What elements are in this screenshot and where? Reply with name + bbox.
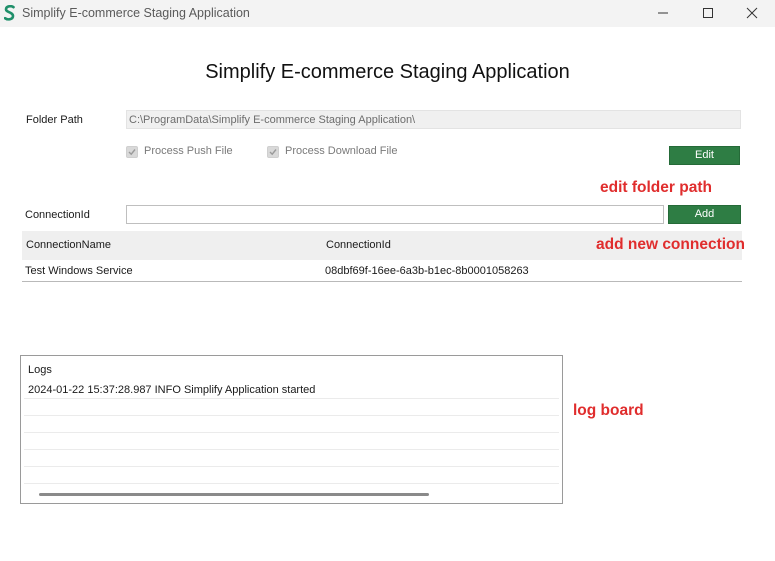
app-logo-icon <box>4 5 15 21</box>
log-row-divider <box>24 449 559 450</box>
add-button[interactable]: Add <box>668 205 741 224</box>
maximize-icon <box>703 8 713 18</box>
folder-path-field[interactable]: C:\ProgramData\Simplify E-commerce Stagi… <box>126 110 741 129</box>
column-header-connection-id[interactable]: ConnectionId <box>326 239 391 251</box>
process-download-label: Process Download File <box>285 145 398 157</box>
log-board[interactable]: Logs 2024-01-22 15:37:28.987 INFO Simpli… <box>20 355 563 504</box>
annotation-add-new-connection: add new connection <box>596 236 745 253</box>
annotation-log-board: log board <box>573 402 644 419</box>
checkmark-icon <box>128 149 136 156</box>
process-push-checkbox[interactable]: Process Push File <box>126 145 236 159</box>
log-entry: 2024-01-22 15:37:28.987 INFO Simplify Ap… <box>28 384 316 396</box>
checkbox-box <box>126 146 138 158</box>
table-row[interactable]: Test Windows Service 08dbf69f-16ee-6a3b-… <box>22 260 742 282</box>
cell-connection-name: Test Windows Service <box>25 265 133 277</box>
log-row-divider <box>24 415 559 416</box>
connection-id-label: ConnectionId <box>25 209 90 221</box>
column-header-connection-name[interactable]: ConnectionName <box>26 239 111 251</box>
log-row-divider <box>24 398 559 399</box>
maximize-button[interactable] <box>685 0 731 27</box>
checkbox-box <box>267 146 279 158</box>
minimize-button[interactable] <box>640 0 686 27</box>
cell-connection-id: 08dbf69f-16ee-6a3b-b1ec-8b0001058263 <box>325 265 529 277</box>
horizontal-scrollbar[interactable] <box>39 493 429 496</box>
edit-button[interactable]: Edit <box>669 146 740 165</box>
log-row-divider <box>24 483 559 484</box>
log-row-divider <box>24 466 559 467</box>
minimize-icon <box>658 12 668 14</box>
log-row-divider <box>24 432 559 433</box>
window-title: Simplify E-commerce Staging Application <box>22 6 250 20</box>
process-push-label: Process Push File <box>144 145 233 157</box>
checkmark-icon <box>269 149 277 156</box>
logs-heading: Logs <box>28 364 52 376</box>
connection-id-input[interactable] <box>126 205 664 224</box>
close-icon <box>746 7 758 19</box>
title-bar: Simplify E-commerce Staging Application <box>0 0 775 27</box>
annotation-edit-folder-path: edit folder path <box>600 179 712 196</box>
folder-path-label: Folder Path <box>26 114 83 126</box>
process-download-checkbox[interactable]: Process Download File <box>267 145 402 159</box>
close-button[interactable] <box>729 0 775 27</box>
page-title: Simplify E-commerce Staging Application <box>205 61 570 83</box>
